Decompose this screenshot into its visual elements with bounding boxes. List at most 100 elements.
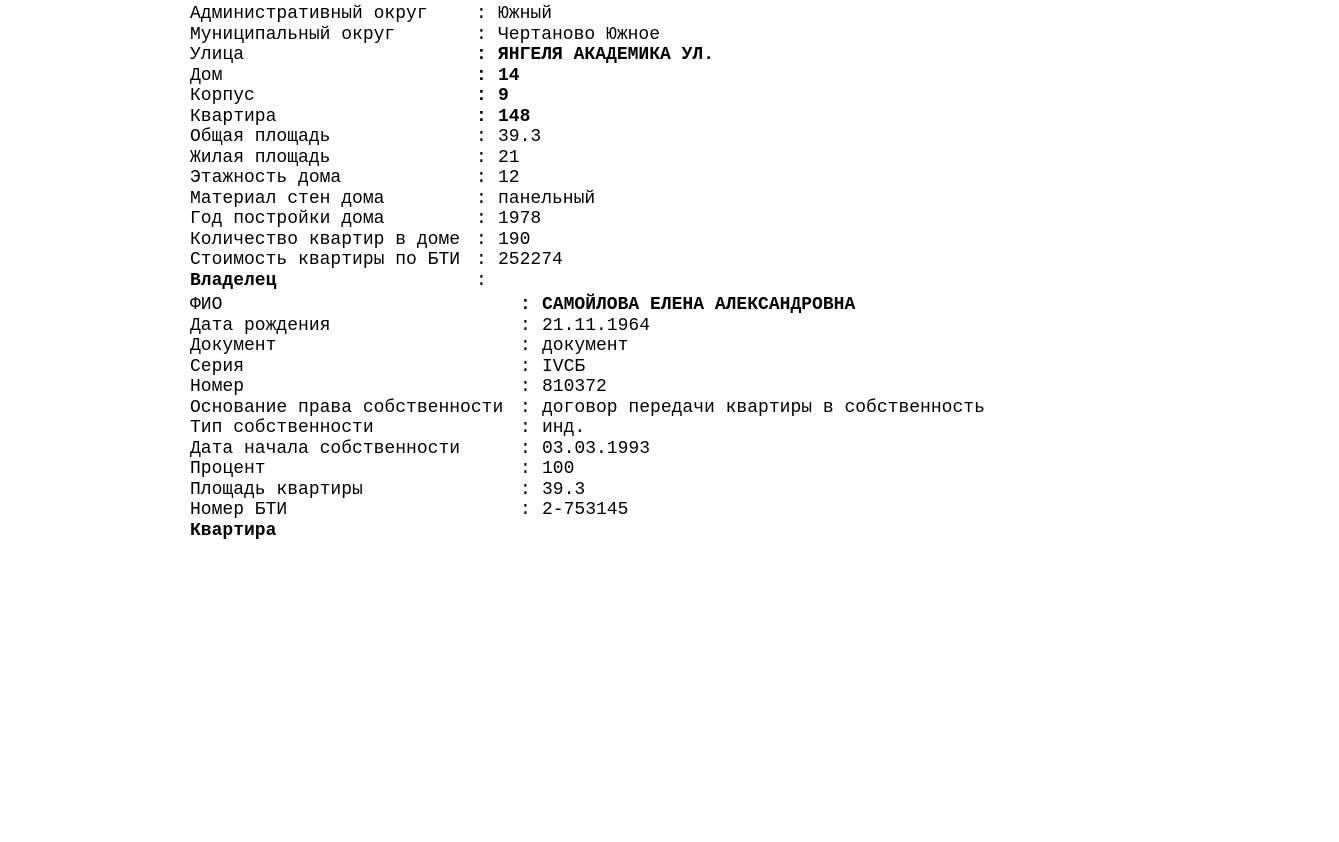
field-row-street: Улица: ЯНГЕЛЯ АКАДЕМИКА УЛ. (190, 45, 1310, 66)
field-row-admin-district: Административный округ: Южный (190, 4, 1310, 25)
field-row-wall-material: Материал стен дома: панельный (190, 189, 1310, 210)
field-separator: : (476, 250, 487, 270)
field-row-ownership-type: Тип собственности: инд. (190, 418, 1310, 439)
field-row-birth-date: Дата рождения:21.11.1964 (190, 316, 1310, 337)
field-row-bti-number: Номер БТИ:2-753145 (190, 500, 1310, 521)
field-value: 39.3 (498, 127, 542, 147)
field-row-building: Корпус:9 (190, 86, 1310, 107)
field-row-bti-cost: Стоимость квартиры по БТИ:252274 (190, 250, 1310, 271)
field-value: панельный (498, 188, 596, 209)
field-separator: : (476, 4, 487, 24)
field-separator: : (520, 315, 531, 336)
apartment-heading: Квартира (190, 520, 277, 541)
field-value: Чертаново Южное (498, 24, 661, 45)
field-separator: : (476, 188, 487, 209)
field-label: Дата начала собственности (190, 438, 461, 459)
field-label: Год постройки дома (190, 209, 385, 229)
field-separator: : (520, 336, 531, 356)
field-label: Общая площадь (190, 127, 331, 147)
field-value: 21 (498, 147, 520, 168)
field-value: 9 (498, 86, 509, 106)
field-label: Этажность дома (190, 168, 342, 188)
field-label: Процент (190, 459, 266, 479)
field-row-document: Документ: документ (190, 336, 1310, 357)
field-row-floors: Этажность дома:12 (190, 168, 1310, 189)
field-value: договор передачи квартиры в собственност… (542, 397, 985, 418)
field-value: 21.11.1964 (542, 315, 651, 336)
field-separator: : (520, 397, 531, 418)
field-label: Квартира (190, 106, 277, 127)
field-value: 12 (498, 168, 520, 188)
field-label: Тип собственности (190, 418, 374, 438)
field-row-series: Серия: IVСБ (190, 357, 1310, 378)
field-label: ФИО (190, 295, 223, 315)
field-row-apartment-count: Количество квартир в доме:190 (190, 230, 1310, 251)
field-value: САМОЙЛОВА ЕЛЕНА АЛЕКСАНДРОВНА (542, 295, 856, 315)
field-row-apartment-area: Площадь квартиры:39.3 (190, 480, 1310, 501)
field-row-total-area: Общая площадь:39.3 (190, 127, 1310, 148)
field-label: Документ (190, 336, 277, 356)
field-label: Жилая площадь (190, 147, 331, 168)
owner-heading-row: Владелец: (190, 271, 1310, 292)
field-label: Номер БТИ (190, 500, 288, 520)
field-separator: : (520, 438, 531, 459)
field-row-ownership-basis: Основание права собственности: договор пе… (190, 398, 1310, 419)
field-value: 810372 (542, 377, 607, 397)
field-label: Количество квартир в доме (190, 229, 461, 250)
field-label: Серия (190, 356, 245, 377)
field-label: Корпус (190, 86, 255, 106)
property-record: Административный округ: Южный Муниципальн… (190, 4, 1310, 541)
owner-section: ФИО: САМОЙЛОВА ЕЛЕНА АЛЕКСАНДРОВНА Дата р… (190, 295, 1310, 521)
field-value: Южный (498, 4, 553, 24)
field-separator: : (520, 356, 531, 377)
field-separator: : (476, 209, 487, 229)
field-label: Улица (190, 45, 245, 65)
field-row-percent: Процент:100 (190, 459, 1310, 480)
field-row-ownership-start: Дата начала собственности:03.03.1993 (190, 439, 1310, 460)
field-separator: : (476, 24, 487, 45)
owner-heading: Владелец (190, 270, 277, 291)
field-value: 100 (542, 459, 575, 479)
field-separator: : (520, 418, 531, 438)
field-row-build-year: Год постройки дома:1978 (190, 209, 1310, 230)
field-row-number: Номер:810372 (190, 377, 1310, 398)
field-value: 190 (498, 229, 531, 250)
field-value: инд. (542, 418, 586, 438)
property-section: Административный округ: Южный Муниципальн… (190, 4, 1310, 291)
field-value: IVСБ (542, 356, 586, 377)
field-separator: : (520, 377, 531, 397)
field-separator: : (476, 65, 487, 86)
field-value: 14 (498, 65, 520, 86)
field-label: Стоимость квартиры по БТИ (190, 250, 461, 270)
field-row-municipal-district: Муниципальный округ: Чертаново Южное (190, 25, 1310, 46)
field-label: Материал стен дома (190, 188, 385, 209)
field-value: 148 (498, 106, 531, 127)
field-separator: : (520, 295, 531, 315)
field-separator: : (476, 270, 487, 291)
field-value: 252274 (498, 250, 563, 270)
field-label: Муниципальный округ (190, 24, 396, 45)
field-value: документ (542, 336, 629, 356)
field-separator: : (520, 479, 531, 500)
field-separator: : (476, 168, 487, 188)
field-label: Основание права собственности (190, 397, 504, 418)
field-value: 1978 (498, 209, 542, 229)
field-row-full-name: ФИО: САМОЙЛОВА ЕЛЕНА АЛЕКСАНДРОВНА (190, 295, 1310, 316)
field-value: 03.03.1993 (542, 438, 651, 459)
field-row-living-area: Жилая площадь:21 (190, 148, 1310, 169)
field-label: Административный округ (190, 4, 428, 24)
field-separator: : (476, 229, 487, 250)
field-label: Дом (190, 65, 223, 86)
field-value: 39.3 (542, 479, 586, 500)
field-label: Площадь квартиры (190, 479, 363, 500)
field-separator: : (476, 45, 487, 65)
field-label: Дата рождения (190, 315, 331, 336)
field-row-house: Дом:14 (190, 66, 1310, 87)
field-separator: : (476, 106, 487, 127)
field-value: 2-753145 (542, 500, 629, 520)
field-value: ЯНГЕЛЯ АКАДЕМИКА УЛ. (498, 45, 715, 65)
field-label: Номер (190, 377, 245, 397)
field-separator: : (476, 86, 487, 106)
field-separator: : (520, 459, 531, 479)
field-row-apartment: Квартира:148 (190, 107, 1310, 128)
